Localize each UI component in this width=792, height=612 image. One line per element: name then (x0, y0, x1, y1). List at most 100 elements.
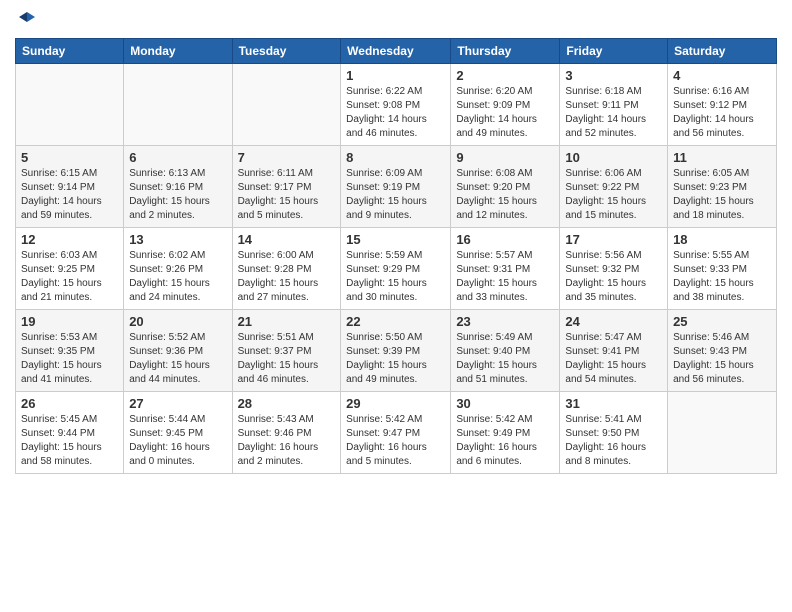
day-info: Sunrise: 5:42 AM Sunset: 9:47 PM Dayligh… (346, 413, 445, 469)
day-number: 24 (565, 314, 662, 329)
day-info: Sunrise: 5:59 AM Sunset: 9:29 PM Dayligh… (346, 249, 445, 305)
day-number: 30 (456, 396, 554, 411)
calendar-body: 1Sunrise: 6:22 AM Sunset: 9:08 PM Daylig… (16, 64, 777, 474)
day-cell: 16 Sunrise: 5:57 AM Sunset: 9:31 PM Dayli… (451, 228, 560, 310)
day-info: Sunrise: 6:15 AM Sunset: 9:14 PM Dayligh… (21, 167, 118, 223)
col-header-friday: Friday (560, 39, 668, 64)
day-number: 29 (346, 396, 445, 411)
day-info: Sunrise: 5:52 AM Sunset: 9:36 PM Dayligh… (129, 331, 226, 387)
day-cell: 21 Sunrise: 5:51 AM Sunset: 9:37 PM Dayli… (232, 310, 341, 392)
day-cell: 17Sunrise: 5:56 AM Sunset: 9:32 PM Dayli… (560, 228, 668, 310)
day-cell: 13 Sunrise: 6:02 AM Sunset: 9:26 PM Dayli… (124, 228, 232, 310)
day-info: Sunrise: 6:16 AM Sunset: 9:12 PM Dayligh… (673, 85, 771, 141)
day-cell: 9 Sunrise: 6:08 AM Sunset: 9:20 PM Daylig… (451, 146, 560, 228)
day-cell: 6 Sunrise: 6:13 AM Sunset: 9:16 PM Daylig… (124, 146, 232, 228)
day-number: 2 (456, 68, 554, 83)
day-number: 12 (21, 232, 118, 247)
col-header-sunday: Sunday (16, 39, 124, 64)
day-number: 21 (238, 314, 336, 329)
day-number: 9 (456, 150, 554, 165)
day-cell (232, 64, 341, 146)
day-number: 4 (673, 68, 771, 83)
day-cell: 4 Sunrise: 6:16 AM Sunset: 9:12 PM Daylig… (668, 64, 777, 146)
calendar-table: SundayMondayTuesdayWednesdayThursdayFrid… (15, 38, 777, 474)
day-cell: 22Sunrise: 5:50 AM Sunset: 9:39 PM Dayli… (341, 310, 451, 392)
day-info: Sunrise: 5:51 AM Sunset: 9:37 PM Dayligh… (238, 331, 336, 387)
day-info: Sunrise: 6:05 AM Sunset: 9:23 PM Dayligh… (673, 167, 771, 223)
day-info: Sunrise: 5:56 AM Sunset: 9:32 PM Dayligh… (565, 249, 662, 305)
day-number: 13 (129, 232, 226, 247)
page-container: SundayMondayTuesdayWednesdayThursdayFrid… (0, 0, 792, 484)
day-cell: 2Sunrise: 6:20 AM Sunset: 9:09 PM Daylig… (451, 64, 560, 146)
day-info: Sunrise: 6:00 AM Sunset: 9:28 PM Dayligh… (238, 249, 336, 305)
day-info: Sunrise: 5:41 AM Sunset: 9:50 PM Dayligh… (565, 413, 662, 469)
day-info: Sunrise: 5:50 AM Sunset: 9:39 PM Dayligh… (346, 331, 445, 387)
day-number: 8 (346, 150, 445, 165)
day-cell: 24Sunrise: 5:47 AM Sunset: 9:41 PM Dayli… (560, 310, 668, 392)
day-info: Sunrise: 6:18 AM Sunset: 9:11 PM Dayligh… (565, 85, 662, 141)
day-info: Sunrise: 6:02 AM Sunset: 9:26 PM Dayligh… (129, 249, 226, 305)
day-cell: 27 Sunrise: 5:44 AM Sunset: 9:45 PM Dayli… (124, 392, 232, 474)
day-number: 26 (21, 396, 118, 411)
day-info: Sunrise: 6:06 AM Sunset: 9:22 PM Dayligh… (565, 167, 662, 223)
day-info: Sunrise: 6:11 AM Sunset: 9:17 PM Dayligh… (238, 167, 336, 223)
day-cell (16, 64, 124, 146)
day-info: Sunrise: 6:13 AM Sunset: 9:16 PM Dayligh… (129, 167, 226, 223)
day-info: Sunrise: 5:44 AM Sunset: 9:45 PM Dayligh… (129, 413, 226, 469)
week-row-2: 5 Sunrise: 6:15 AM Sunset: 9:14 PM Daylig… (16, 146, 777, 228)
day-cell: 1Sunrise: 6:22 AM Sunset: 9:08 PM Daylig… (341, 64, 451, 146)
day-number: 5 (21, 150, 118, 165)
day-info: Sunrise: 5:55 AM Sunset: 9:33 PM Dayligh… (673, 249, 771, 305)
day-info: Sunrise: 5:43 AM Sunset: 9:46 PM Dayligh… (238, 413, 336, 469)
week-row-4: 19 Sunrise: 5:53 AM Sunset: 9:35 PM Dayli… (16, 310, 777, 392)
day-cell: 26Sunrise: 5:45 AM Sunset: 9:44 PM Dayli… (16, 392, 124, 474)
col-header-saturday: Saturday (668, 39, 777, 64)
week-row-1: 1Sunrise: 6:22 AM Sunset: 9:08 PM Daylig… (16, 64, 777, 146)
day-info: Sunrise: 6:08 AM Sunset: 9:20 PM Dayligh… (456, 167, 554, 223)
logo-text (15, 10, 37, 30)
day-cell: 19 Sunrise: 5:53 AM Sunset: 9:35 PM Dayli… (16, 310, 124, 392)
day-cell: 7 Sunrise: 6:11 AM Sunset: 9:17 PM Daylig… (232, 146, 341, 228)
day-cell: 15 Sunrise: 5:59 AM Sunset: 9:29 PM Dayli… (341, 228, 451, 310)
day-number: 10 (565, 150, 662, 165)
day-cell: 23Sunrise: 5:49 AM Sunset: 9:40 PM Dayli… (451, 310, 560, 392)
day-info: Sunrise: 5:42 AM Sunset: 9:49 PM Dayligh… (456, 413, 554, 469)
calendar-header: SundayMondayTuesdayWednesdayThursdayFrid… (16, 39, 777, 64)
day-cell: 3Sunrise: 6:18 AM Sunset: 9:11 PM Daylig… (560, 64, 668, 146)
day-cell: 11 Sunrise: 6:05 AM Sunset: 9:23 PM Dayli… (668, 146, 777, 228)
week-row-5: 26Sunrise: 5:45 AM Sunset: 9:44 PM Dayli… (16, 392, 777, 474)
logo (15, 10, 37, 30)
day-cell: 18Sunrise: 5:55 AM Sunset: 9:33 PM Dayli… (668, 228, 777, 310)
day-cell (124, 64, 232, 146)
header (15, 10, 777, 30)
day-cell: 12 Sunrise: 6:03 AM Sunset: 9:25 PM Dayli… (16, 228, 124, 310)
day-info: Sunrise: 5:53 AM Sunset: 9:35 PM Dayligh… (21, 331, 118, 387)
day-cell: 30 Sunrise: 5:42 AM Sunset: 9:49 PM Dayli… (451, 392, 560, 474)
day-info: Sunrise: 5:46 AM Sunset: 9:43 PM Dayligh… (673, 331, 771, 387)
day-number: 16 (456, 232, 554, 247)
col-header-thursday: Thursday (451, 39, 560, 64)
day-number: 19 (21, 314, 118, 329)
day-number: 6 (129, 150, 226, 165)
col-header-tuesday: Tuesday (232, 39, 341, 64)
week-row-3: 12 Sunrise: 6:03 AM Sunset: 9:25 PM Dayli… (16, 228, 777, 310)
day-info: Sunrise: 6:09 AM Sunset: 9:19 PM Dayligh… (346, 167, 445, 223)
day-cell (668, 392, 777, 474)
day-number: 20 (129, 314, 226, 329)
day-cell: 28 Sunrise: 5:43 AM Sunset: 9:46 PM Dayli… (232, 392, 341, 474)
day-number: 7 (238, 150, 336, 165)
day-number: 11 (673, 150, 771, 165)
day-cell: 29 Sunrise: 5:42 AM Sunset: 9:47 PM Dayli… (341, 392, 451, 474)
logo-flag-icon (17, 10, 37, 30)
day-info: Sunrise: 5:57 AM Sunset: 9:31 PM Dayligh… (456, 249, 554, 305)
day-cell: 10 Sunrise: 6:06 AM Sunset: 9:22 PM Dayli… (560, 146, 668, 228)
day-number: 27 (129, 396, 226, 411)
day-cell: 5 Sunrise: 6:15 AM Sunset: 9:14 PM Daylig… (16, 146, 124, 228)
day-number: 14 (238, 232, 336, 247)
day-number: 28 (238, 396, 336, 411)
day-number: 15 (346, 232, 445, 247)
day-number: 1 (346, 68, 445, 83)
header-row: SundayMondayTuesdayWednesdayThursdayFrid… (16, 39, 777, 64)
day-number: 25 (673, 314, 771, 329)
day-info: Sunrise: 6:03 AM Sunset: 9:25 PM Dayligh… (21, 249, 118, 305)
